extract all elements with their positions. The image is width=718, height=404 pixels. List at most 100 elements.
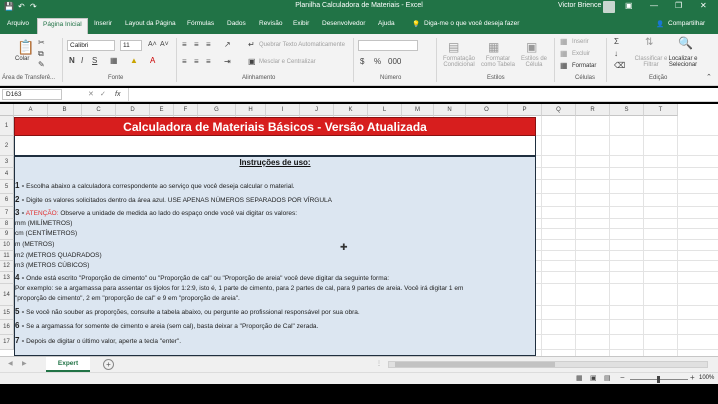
column-header[interactable]: P bbox=[508, 104, 542, 116]
column-header[interactable]: M bbox=[402, 104, 434, 116]
instruction-line[interactable]: 2 - Digite os valores solicitados dentro… bbox=[15, 195, 332, 204]
sort-filter-icon[interactable]: ⇅ bbox=[645, 38, 653, 48]
merge-icon[interactable]: ▣ bbox=[248, 58, 256, 66]
font-size-select[interactable]: 11 bbox=[120, 40, 142, 51]
fx-label[interactable]: fx bbox=[115, 91, 120, 98]
delete-cells-icon[interactable]: ▦ bbox=[560, 50, 568, 58]
user-name[interactable]: Victor Brience bbox=[558, 2, 601, 9]
row-header[interactable]: 13 bbox=[0, 272, 14, 284]
row-header[interactable]: 1 bbox=[0, 116, 14, 136]
zoom-slider-thumb[interactable] bbox=[657, 376, 660, 383]
paste-icon[interactable]: 📋 bbox=[17, 40, 34, 54]
delete-cells-button[interactable]: Excluir bbox=[572, 51, 590, 57]
insert-cells-icon[interactable]: ▦ bbox=[560, 38, 568, 46]
instruction-line[interactable]: 7 - Depois de digitar o último valor, ap… bbox=[15, 336, 181, 345]
indent-icon[interactable]: ⇥ bbox=[224, 58, 231, 66]
row-header[interactable]: 10 bbox=[0, 240, 14, 251]
column-header[interactable]: Q bbox=[542, 104, 576, 116]
unit-line[interactable]: mm (MILÍMETROS) bbox=[15, 220, 72, 227]
zoom-slider[interactable] bbox=[630, 376, 688, 383]
enter-icon[interactable]: ✓ bbox=[100, 91, 106, 98]
format-cells-icon[interactable]: ▦ bbox=[560, 62, 568, 70]
row-header[interactable]: 15 bbox=[0, 306, 14, 320]
column-header[interactable]: C bbox=[82, 104, 116, 116]
font-name-select[interactable]: Calibri bbox=[67, 40, 115, 51]
fill-color-icon[interactable]: ▲ bbox=[130, 57, 138, 65]
add-sheet-button[interactable]: + bbox=[103, 359, 114, 370]
tab-dados[interactable]: Dados bbox=[227, 20, 246, 27]
italic-icon[interactable]: I bbox=[81, 57, 83, 65]
tab-inserir[interactable]: Inserir bbox=[94, 20, 112, 27]
row-header[interactable]: 6 bbox=[0, 194, 14, 207]
number-format-select[interactable] bbox=[358, 40, 418, 51]
unit-line[interactable]: m3 (METROS CÚBICOS) bbox=[15, 262, 89, 269]
conditional-format-icon[interactable]: ▤ bbox=[448, 41, 459, 53]
fill-icon[interactable]: ↓ bbox=[614, 50, 618, 58]
column-header[interactable]: D bbox=[116, 104, 150, 116]
sort-filter-button[interactable]: Classificar e Filtrar bbox=[634, 56, 668, 68]
instruction-line[interactable]: 3 - ATENÇÃO: Observe a unidade de medida… bbox=[15, 208, 297, 217]
share-icon[interactable]: 👤 bbox=[656, 20, 664, 28]
paste-button[interactable]: Colar bbox=[15, 56, 29, 62]
column-header[interactable]: G bbox=[198, 104, 236, 116]
sheet-title-cell[interactable]: Calculadora de Materiais Básicos - Versã… bbox=[14, 117, 536, 136]
align-center-icon[interactable]: ≡ bbox=[194, 58, 199, 66]
tab-revisao[interactable]: Revisão bbox=[259, 20, 282, 27]
align-top-icon[interactable]: ≡ bbox=[182, 41, 187, 49]
horizontal-scrollbar[interactable] bbox=[388, 361, 708, 368]
share-button[interactable]: Compartilhar bbox=[668, 20, 705, 27]
wrap-text-icon[interactable]: ↵ bbox=[248, 41, 255, 49]
tab-formulas[interactable]: Fórmulas bbox=[187, 20, 214, 27]
row-header[interactable]: 4 bbox=[0, 168, 14, 180]
column-header[interactable]: J bbox=[300, 104, 334, 116]
ribbon-options-icon[interactable]: ▣ bbox=[625, 1, 633, 10]
insert-cells-button[interactable]: Inserir bbox=[572, 39, 589, 45]
bold-icon[interactable]: N bbox=[69, 57, 75, 65]
grow-font-icon[interactable]: A˄ bbox=[148, 41, 157, 48]
column-header[interactable]: N bbox=[434, 104, 466, 116]
format-table-button[interactable]: Formatar como Tabela bbox=[480, 56, 516, 68]
scrollbar-thumb[interactable] bbox=[395, 362, 555, 367]
zoom-in-icon[interactable]: + bbox=[690, 374, 695, 382]
borders-icon[interactable]: ▦ bbox=[110, 57, 118, 65]
tab-desenvolvedor[interactable]: Desenvolvedor bbox=[322, 20, 365, 27]
close-icon[interactable]: ✕ bbox=[700, 1, 707, 10]
unit-line[interactable]: m2 (METROS QUADRADOS) bbox=[15, 252, 102, 259]
scroll-left-icon[interactable]: ◀ bbox=[8, 361, 13, 367]
format-cells-button[interactable]: Formatar bbox=[572, 63, 596, 69]
underline-icon[interactable]: S bbox=[92, 57, 97, 65]
instruction-line[interactable]: 5 - Se você não souber as proporções, co… bbox=[15, 307, 360, 316]
autosum-icon[interactable]: Σ bbox=[614, 38, 619, 46]
align-bottom-icon[interactable]: ≡ bbox=[206, 41, 211, 49]
name-box[interactable]: D163 bbox=[2, 89, 62, 100]
column-header[interactable]: T bbox=[644, 104, 678, 116]
merge-center-button[interactable]: Mesclar e Centralizar bbox=[259, 59, 316, 65]
column-header[interactable]: R bbox=[576, 104, 610, 116]
maximize-icon[interactable]: ❐ bbox=[675, 1, 682, 10]
find-select-icon[interactable]: 🔍 bbox=[678, 37, 693, 49]
row-header[interactable]: 16 bbox=[0, 320, 14, 335]
instruction-line[interactable]: 4 - Onde está escrito "Proporção de cime… bbox=[15, 273, 389, 282]
row-header[interactable]: 2 bbox=[0, 136, 14, 156]
align-right-icon[interactable]: ≡ bbox=[206, 58, 211, 66]
row-header[interactable]: 9 bbox=[0, 229, 14, 240]
sheet-tab-expert[interactable]: Expert bbox=[46, 357, 90, 372]
row-header[interactable]: 14 bbox=[0, 284, 14, 306]
column-header[interactable]: E bbox=[150, 104, 174, 116]
comma-style-icon[interactable]: 000 bbox=[388, 58, 401, 66]
orientation-icon[interactable]: ↗ bbox=[224, 41, 231, 49]
row-header[interactable]: 12 bbox=[0, 261, 14, 272]
tab-layout[interactable]: Layout da Página bbox=[125, 20, 176, 27]
align-left-icon[interactable]: ≡ bbox=[182, 58, 187, 66]
column-header[interactable]: F bbox=[174, 104, 198, 116]
tab-arquivo[interactable]: Arquivo bbox=[7, 20, 29, 27]
column-header[interactable]: I bbox=[266, 104, 300, 116]
instructions-header[interactable]: Instruções de uso: bbox=[14, 158, 536, 167]
column-header[interactable]: L bbox=[368, 104, 402, 116]
cut-icon[interactable]: ✂ bbox=[38, 39, 45, 47]
column-header[interactable]: K bbox=[334, 104, 368, 116]
clear-icon[interactable]: ⌫ bbox=[614, 62, 625, 70]
column-header[interactable]: A bbox=[14, 104, 48, 116]
instruction-line[interactable]: 1 - Escolha abaixo a calculadora corresp… bbox=[15, 181, 295, 190]
cell-styles-icon[interactable]: ▣ bbox=[526, 41, 537, 53]
